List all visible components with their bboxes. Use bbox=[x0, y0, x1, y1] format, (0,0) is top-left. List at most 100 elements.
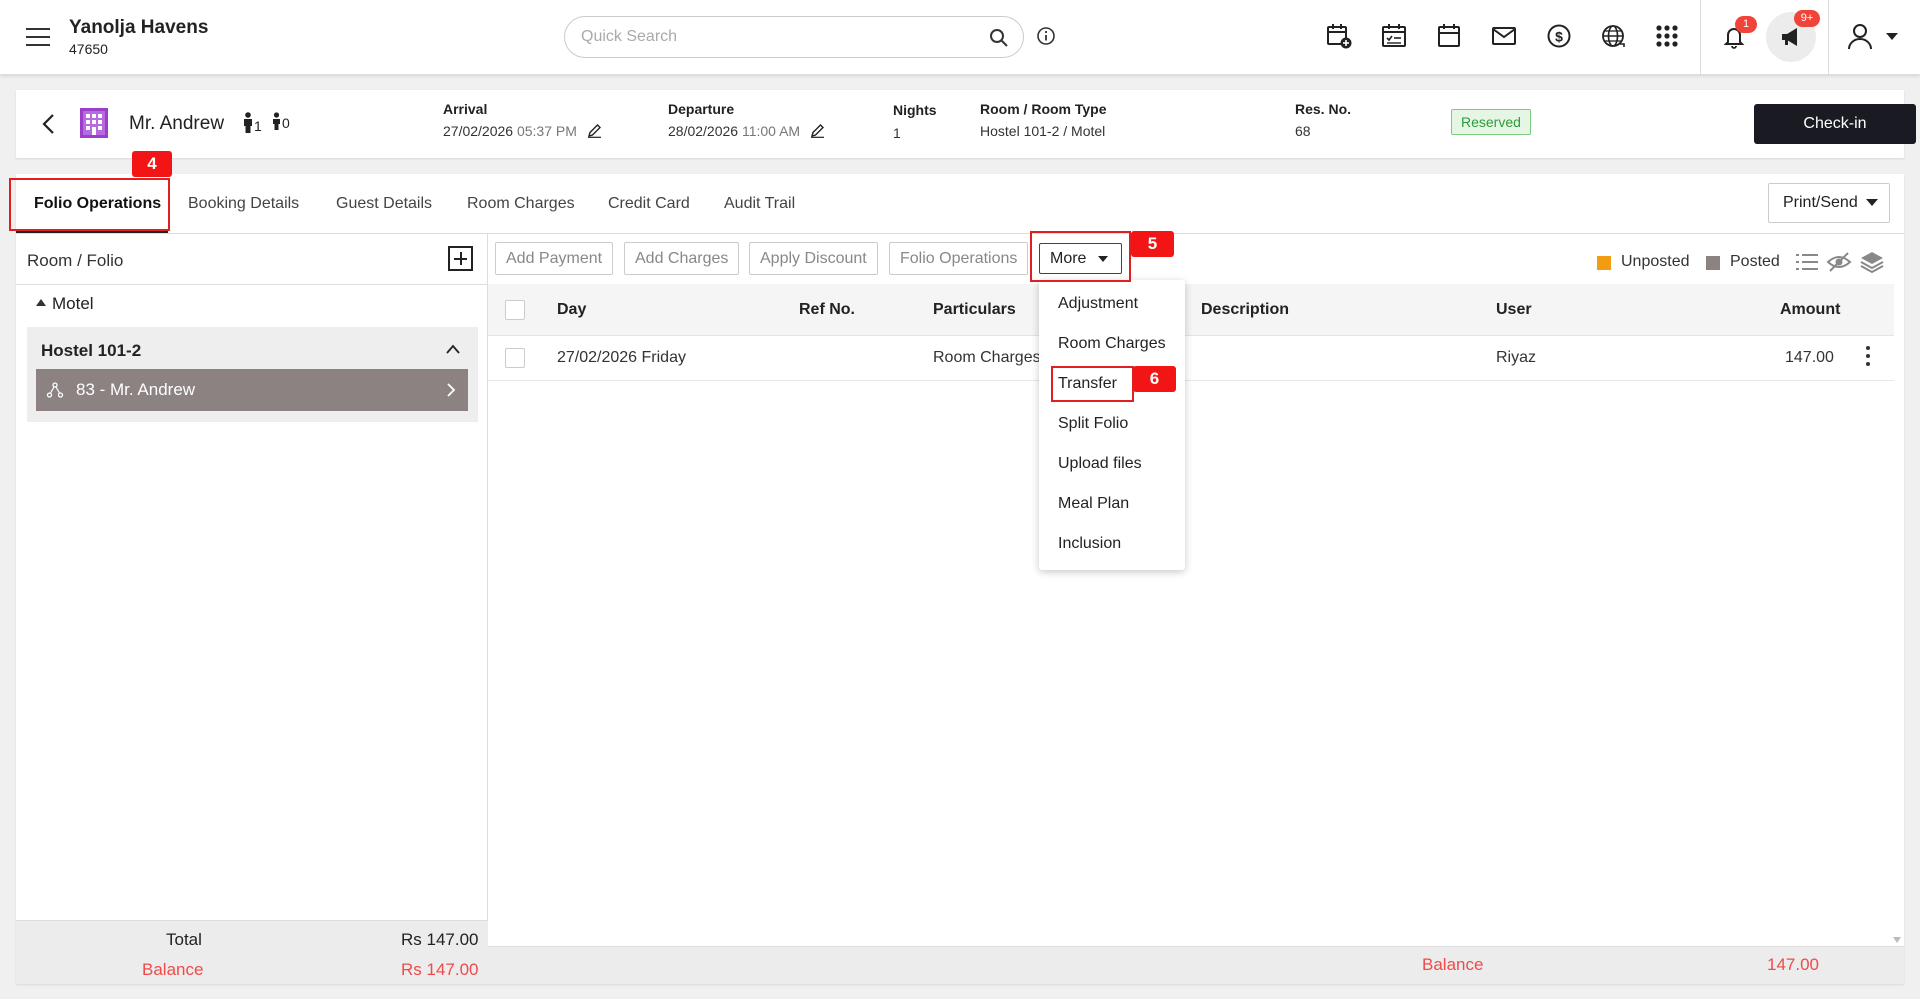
notification-badge: 1 bbox=[1735, 16, 1757, 33]
column-header-description[interactable]: Description bbox=[1201, 301, 1289, 319]
tab-guest-details[interactable]: Guest Details bbox=[336, 195, 432, 213]
table-row[interactable]: 27/02/2026 Friday Room Charges Riyaz 147… bbox=[488, 336, 1894, 381]
hotel-id: 47650 bbox=[69, 41, 108, 57]
posted-legend-swatch bbox=[1706, 256, 1720, 270]
building-icon bbox=[80, 108, 108, 138]
children-value: 0 bbox=[282, 115, 290, 131]
divider bbox=[16, 284, 488, 285]
tab-credit-card[interactable]: Credit Card bbox=[608, 195, 690, 213]
arrival-time: 05:37 PM bbox=[516, 123, 577, 139]
menu-item-inclusion[interactable]: Inclusion bbox=[1058, 535, 1121, 553]
posted-legend-label: Posted bbox=[1730, 253, 1780, 270]
tab-bar: Folio Operations Booking Details Guest D… bbox=[16, 174, 1904, 234]
menu-item-upload-files[interactable]: Upload files bbox=[1058, 455, 1142, 473]
left-totals: Total Rs 147.00 Balance Rs 147.00 bbox=[16, 920, 488, 984]
folio-item[interactable]: 83 - Mr. Andrew bbox=[36, 369, 468, 411]
menu-item-adjustment[interactable]: Adjustment bbox=[1058, 295, 1138, 313]
row-particulars: Room Charges bbox=[933, 349, 1041, 366]
dollar-icon[interactable]: $ bbox=[1545, 22, 1573, 50]
apply-discount-button[interactable]: Apply Discount bbox=[749, 242, 878, 275]
print-send-label: Print/Send bbox=[1783, 194, 1858, 211]
annotation-number: 4 bbox=[132, 151, 172, 177]
room-folio-panel: Room / Folio Motel Hostel 101-2 83 - Mr.… bbox=[16, 234, 488, 984]
menu-item-meal-plan[interactable]: Meal Plan bbox=[1058, 495, 1129, 513]
divider bbox=[1828, 0, 1829, 75]
menu-item-split-folio[interactable]: Split Folio bbox=[1058, 415, 1128, 433]
edit-arrival-pencil-icon[interactable] bbox=[587, 123, 602, 138]
eye-off-icon[interactable] bbox=[1826, 250, 1852, 274]
globe-icon[interactable] bbox=[1600, 22, 1628, 50]
room-type-value: Hostel 101-2 / Motel bbox=[980, 123, 1106, 139]
row-user: Riyaz bbox=[1496, 349, 1537, 366]
chevron-up-icon[interactable] bbox=[445, 343, 461, 355]
menu-item-room-charges[interactable]: Room Charges bbox=[1058, 335, 1166, 353]
add-folio-plus-icon[interactable] bbox=[448, 246, 473, 271]
arrival-value: 27/02/2026 05:37 PM bbox=[443, 123, 602, 139]
column-header-amount[interactable]: Amount bbox=[1780, 301, 1840, 319]
balance-label: Balance bbox=[142, 960, 204, 979]
info-icon[interactable] bbox=[1036, 26, 1056, 46]
tab-booking-details[interactable]: Booking Details bbox=[188, 195, 299, 213]
hamburger-menu-icon[interactable] bbox=[26, 28, 50, 46]
child-icon bbox=[273, 112, 280, 130]
check-in-button[interactable]: Check-in bbox=[1754, 104, 1916, 144]
folio-transactions-panel: Add Payment Add Charges Apply Discount F… bbox=[488, 234, 1904, 984]
edit-departure-pencil-icon[interactable] bbox=[810, 123, 825, 138]
res-no-label: Res. No. bbox=[1295, 101, 1352, 117]
annotation-number: 5 bbox=[1131, 231, 1174, 257]
total-value: Rs 147.00 bbox=[401, 930, 479, 949]
back-arrow-icon[interactable] bbox=[38, 112, 60, 136]
svg-text:$: $ bbox=[1555, 29, 1563, 45]
add-payment-button[interactable]: Add Payment bbox=[495, 242, 614, 275]
search-input[interactable] bbox=[581, 28, 961, 46]
unposted-legend-label: Unposted bbox=[1621, 253, 1690, 270]
reservation-summary: Mr. Andrew 1 0 Arrival 27/02/2026 05:37 … bbox=[16, 90, 1916, 158]
tab-room-charges[interactable]: Room Charges bbox=[467, 195, 575, 213]
adults-value: 1 bbox=[254, 118, 262, 134]
divider bbox=[1700, 0, 1701, 75]
top-bar: Yanolja Havens 47650 $ 1 9+ bbox=[0, 0, 1920, 75]
status-badge: Reserved bbox=[1451, 109, 1531, 135]
mail-icon[interactable] bbox=[1490, 22, 1518, 50]
row-more-options-icon[interactable] bbox=[1865, 346, 1871, 368]
calendar-icon[interactable] bbox=[1435, 22, 1463, 50]
select-all-checkbox[interactable] bbox=[505, 300, 525, 320]
arrival-label: Arrival bbox=[443, 101, 488, 117]
departure-date: 28/02/2026 bbox=[668, 123, 739, 139]
column-header-particulars[interactable]: Particulars bbox=[933, 301, 1016, 319]
room-group: Hostel 101-2 83 - Mr. Andrew bbox=[27, 327, 478, 422]
column-header-user[interactable]: User bbox=[1496, 301, 1532, 319]
room-name: Hostel 101-2 bbox=[41, 341, 142, 360]
room-type-label: Room / Room Type bbox=[980, 101, 1107, 117]
row-checkbox[interactable] bbox=[505, 348, 525, 368]
calendar-check-icon[interactable] bbox=[1380, 22, 1408, 50]
folio-operations-button[interactable]: Folio Operations bbox=[889, 242, 1029, 275]
table-header: Day Ref No. Particulars Description User… bbox=[488, 284, 1894, 336]
column-header-day[interactable]: Day bbox=[557, 301, 586, 319]
room-folio-title: Room / Folio bbox=[27, 251, 124, 270]
nights-value: 1 bbox=[893, 125, 901, 141]
row-amount: 147.00 bbox=[1785, 349, 1834, 366]
apps-grid-icon[interactable] bbox=[1653, 22, 1681, 50]
column-header-ref-no[interactable]: Ref No. bbox=[799, 301, 855, 319]
user-menu-chevron-down-icon[interactable] bbox=[1886, 33, 1898, 40]
scroll-down-icon[interactable] bbox=[1893, 937, 1901, 943]
table-balance-value: 147.00 bbox=[1767, 955, 1819, 974]
calendar-add-icon[interactable] bbox=[1325, 22, 1353, 50]
layers-icon[interactable] bbox=[1859, 250, 1885, 274]
room-type-group[interactable]: Motel bbox=[36, 294, 94, 314]
search-icon[interactable] bbox=[989, 28, 1009, 48]
list-view-icon[interactable] bbox=[1794, 250, 1820, 274]
adult-icon bbox=[244, 112, 252, 133]
chevron-right-icon bbox=[447, 383, 456, 397]
user-avatar-icon[interactable] bbox=[1845, 21, 1875, 51]
row-day: 27/02/2026 Friday bbox=[557, 349, 686, 366]
print-send-chevron-down-icon bbox=[1866, 199, 1878, 206]
nights-label: Nights bbox=[893, 102, 937, 118]
folio-panel: Folio Operations Booking Details Guest D… bbox=[16, 174, 1904, 984]
departure-time: 11:00 AM bbox=[741, 123, 801, 139]
tab-audit-trail[interactable]: Audit Trail bbox=[724, 195, 795, 213]
add-charges-button[interactable]: Add Charges bbox=[624, 242, 740, 275]
arrival-date: 27/02/2026 bbox=[443, 123, 514, 139]
more-dropdown-menu: Adjustment Room Charges Transfer Split F… bbox=[1039, 280, 1185, 570]
